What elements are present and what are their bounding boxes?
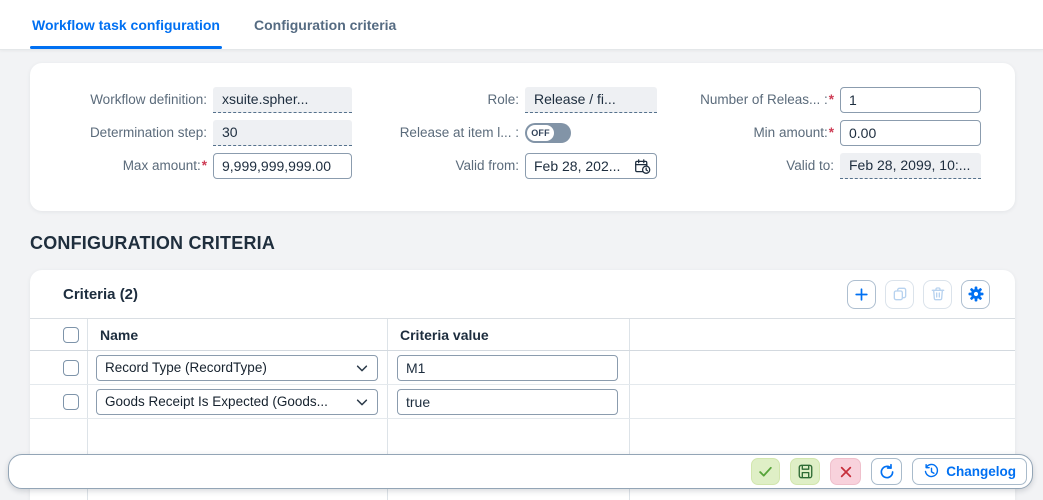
max-amount-input[interactable] xyxy=(213,153,352,179)
number-of-releases-input[interactable] xyxy=(840,87,981,113)
criteria-name-select[interactable]: Goods Receipt Is Expected (Goods... xyxy=(96,389,378,415)
criteria-value-input[interactable] xyxy=(397,389,618,415)
refresh-icon xyxy=(878,463,896,481)
chevron-down-icon xyxy=(355,361,369,375)
empty-column-header xyxy=(630,319,1015,350)
tab-workflow-task-configuration[interactable]: Workflow task configuration xyxy=(32,0,220,49)
row-checkbox[interactable] xyxy=(63,394,79,410)
chevron-down-icon xyxy=(355,395,369,409)
history-icon xyxy=(923,463,940,480)
refresh-button[interactable] xyxy=(871,458,902,485)
valid-from-value: Feb 28, 202... xyxy=(534,158,630,174)
number-of-releases-label: Number of Releas... :* xyxy=(663,87,834,113)
check-icon xyxy=(757,463,774,480)
min-amount-label: Min amount:* xyxy=(663,120,834,146)
table-settings-button[interactable] xyxy=(961,280,990,309)
max-amount-label: Max amount:* xyxy=(30,153,207,179)
min-amount-input[interactable] xyxy=(840,120,981,146)
valid-to-label: Valid to: xyxy=(663,153,834,179)
save-button[interactable] xyxy=(790,458,820,485)
configuration-criteria-section-title: CONFIGURATION CRITERIA xyxy=(30,233,275,254)
release-at-item-level-toggle[interactable]: OFF xyxy=(525,123,571,143)
active-tab-underline xyxy=(30,46,222,49)
tab-configuration-criteria[interactable]: Configuration criteria xyxy=(254,0,396,49)
workflow-definition-label: Workflow definition: xyxy=(30,87,207,113)
valid-to-field: Feb 28, 2099, 10:... xyxy=(840,153,981,179)
trash-icon xyxy=(930,286,946,302)
release-at-item-level-label: Release at item l... : xyxy=(358,120,519,146)
determination-step-label: Determination step: xyxy=(30,120,207,146)
valid-from-field[interactable]: Feb 28, 202... xyxy=(525,153,657,179)
workflow-form-card: Workflow definition: xsuite.spher... Rol… xyxy=(30,63,1015,211)
criteria-table-title: Criteria (2) xyxy=(63,286,138,303)
reject-button[interactable] xyxy=(830,458,861,485)
delete-criteria-button[interactable] xyxy=(923,280,952,309)
name-column-header: Name xyxy=(88,319,388,350)
row-checkbox[interactable] xyxy=(63,360,79,376)
gear-icon xyxy=(967,285,985,303)
close-icon xyxy=(838,464,854,480)
role-label: Role: xyxy=(358,87,519,113)
tab-bar: Workflow task configuration Configuratio… xyxy=(0,0,1043,49)
calendar-clock-icon[interactable] xyxy=(634,158,651,175)
save-icon xyxy=(797,463,814,480)
table-row: Goods Receipt Is Expected (Goods... xyxy=(30,385,1015,419)
toggle-knob: OFF xyxy=(527,125,554,141)
table-column-header-row: Name Criteria value xyxy=(30,318,1015,351)
criteria-value-column-header: Criteria value xyxy=(388,319,630,350)
criteria-value-input[interactable] xyxy=(397,355,618,381)
changelog-label: Changelog xyxy=(946,464,1016,479)
tab-label: Workflow task configuration xyxy=(32,17,220,33)
table-row: Record Type (RecordType) xyxy=(30,351,1015,385)
workflow-definition-field: xsuite.spher... xyxy=(213,87,352,113)
duplicate-criteria-button[interactable] xyxy=(885,280,914,309)
select-all-checkbox[interactable] xyxy=(63,327,79,343)
criteria-toolbar xyxy=(847,280,990,309)
copy-icon xyxy=(892,286,908,302)
plus-icon xyxy=(853,286,870,303)
determination-step-field: 30 xyxy=(213,120,352,146)
criteria-name-select[interactable]: Record Type (RecordType) xyxy=(96,355,378,381)
valid-from-label: Valid from: xyxy=(358,153,519,179)
changelog-button[interactable]: Changelog xyxy=(912,458,1027,485)
criteria-table-header: Criteria (2) xyxy=(30,270,1015,318)
footer-action-bar: Changelog xyxy=(8,454,1033,489)
add-criteria-button[interactable] xyxy=(847,280,876,309)
accept-button[interactable] xyxy=(751,458,780,485)
tab-label: Configuration criteria xyxy=(254,17,396,33)
role-field: Release / fi... xyxy=(525,87,657,113)
